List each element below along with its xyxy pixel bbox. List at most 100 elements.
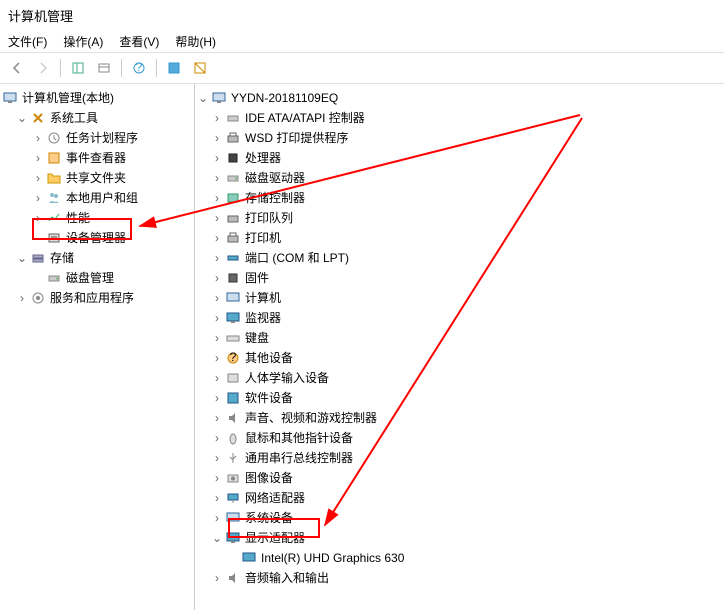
device-firmware[interactable]: ›固件 [195,268,724,288]
tree-event-viewer[interactable]: › 事件查看器 [0,148,194,168]
menu-action[interactable]: 操作(A) [63,33,103,50]
device-print-queue[interactable]: ›打印队列 [195,208,724,228]
device-display[interactable]: ⌄ 显示适配器 [195,528,724,548]
back-button[interactable] [6,57,28,79]
toolbar-btn-3[interactable] [163,57,185,79]
spacer [32,232,44,244]
tree-services[interactable]: › 服务和应用程序 [0,288,194,308]
tree-local-users[interactable]: › 本地用户和组 [0,188,194,208]
expand-icon[interactable]: › [211,452,223,464]
device-audio[interactable]: ›音频输入和输出 [195,568,724,588]
device-system[interactable]: ›系统设备 [195,508,724,528]
tree-root-computer-management[interactable]: 计算机管理(本地) [0,88,194,108]
expand-icon[interactable]: › [211,292,223,304]
device-ide[interactable]: ›IDE ATA/ATAPI 控制器 [195,108,724,128]
expand-icon[interactable]: › [211,132,223,144]
help-button[interactable]: ? [128,57,150,79]
expand-icon[interactable]: › [32,192,44,204]
node-label: 存储 [50,249,74,267]
expand-icon[interactable]: › [211,152,223,164]
display-icon [225,530,241,546]
left-panel: 计算机管理(本地) ⌄ 系统工具 › 任务计划程序 › 事件查看器 › 共享文件… [0,84,195,610]
tree-shared-folders[interactable]: › 共享文件夹 [0,168,194,188]
device-disk-drives[interactable]: › 磁盘驱动器 [195,168,724,188]
collapse-icon[interactable]: ⌄ [16,252,28,264]
node-label: 鼠标和其他指针设备 [245,429,353,447]
services-icon [30,290,46,306]
device-network[interactable]: › 网络适配器 [195,488,724,508]
toolbar-btn-1[interactable] [67,57,89,79]
expand-icon[interactable]: › [211,112,223,124]
expand-icon[interactable]: › [211,332,223,344]
node-label: Intel(R) UHD Graphics 630 [261,549,404,567]
expand-icon[interactable]: › [211,192,223,204]
node-label: 显示适配器 [245,529,305,547]
node-label: 处理器 [245,149,281,167]
tree-device-manager[interactable]: 设备管理器 [0,228,194,248]
collapse-icon[interactable]: ⌄ [211,532,223,544]
collapse-icon[interactable]: ⌄ [16,112,28,124]
expand-icon[interactable]: › [16,292,28,304]
collapse-icon[interactable]: ⌄ [197,92,209,104]
device-mouse[interactable]: › 鼠标和其他指针设备 [195,428,724,448]
menu-file[interactable]: 文件(F) [8,33,47,50]
expand-icon[interactable]: › [211,232,223,244]
expand-icon[interactable]: › [211,312,223,324]
imaging-icon [225,470,241,486]
tree-performance[interactable]: › 性能 [0,208,194,228]
device-wsd[interactable]: ›WSD 打印提供程序 [195,128,724,148]
expand-icon[interactable]: › [211,432,223,444]
device-other[interactable]: ›?其他设备 [195,348,724,368]
toolbar-btn-2[interactable] [93,57,115,79]
node-label: 人体学输入设备 [245,369,329,387]
device-computer[interactable]: ›计算机 [195,288,724,308]
device-usb[interactable]: ›通用串行总线控制器 [195,448,724,468]
node-label: 事件查看器 [66,149,126,167]
expand-icon[interactable]: › [32,172,44,184]
title-bar: 计算机管理 [0,0,724,31]
device-printers[interactable]: ›打印机 [195,228,724,248]
device-storage-ctrl[interactable]: › 存储控制器 [195,188,724,208]
expand-icon[interactable]: › [211,372,223,384]
expand-icon[interactable]: › [211,172,223,184]
tree-system-tools[interactable]: ⌄ 系统工具 [0,108,194,128]
expand-icon[interactable]: › [211,472,223,484]
device-display-item[interactable]: Intel(R) UHD Graphics 630 [195,548,724,568]
expand-icon[interactable]: › [211,512,223,524]
device-hid[interactable]: › 人体学输入设备 [195,368,724,388]
device-software[interactable]: ›软件设备 [195,388,724,408]
port-icon [225,250,241,266]
device-imaging[interactable]: ›图像设备 [195,468,724,488]
tree-task-scheduler[interactable]: › 任务计划程序 [0,128,194,148]
tree-storage[interactable]: ⌄ 存储 [0,248,194,268]
clock-icon [46,130,62,146]
expand-icon[interactable]: › [32,212,44,224]
expand-icon[interactable]: › [211,412,223,424]
cpu-icon [225,150,241,166]
toolbar-btn-4[interactable] [189,57,211,79]
forward-button[interactable] [32,57,54,79]
device-cpu[interactable]: › 处理器 [195,148,724,168]
device-ports[interactable]: ›端口 (COM 和 LPT) [195,248,724,268]
node-label: 磁盘驱动器 [245,169,305,187]
expand-icon[interactable]: › [211,352,223,364]
device-monitors[interactable]: ›监视器 [195,308,724,328]
node-label: 网络适配器 [245,489,305,507]
device-keyboards[interactable]: ›键盘 [195,328,724,348]
node-label: 性能 [66,209,90,227]
expand-icon[interactable]: › [211,272,223,284]
menu-view[interactable]: 查看(V) [119,33,159,50]
tree-disk-management[interactable]: 磁盘管理 [0,268,194,288]
expand-icon[interactable]: › [32,152,44,164]
device-root[interactable]: ⌄ YYDN-20181109EQ [195,88,724,108]
node-label: 计算机管理(本地) [22,89,114,107]
expand-icon[interactable]: › [211,252,223,264]
expand-icon[interactable]: › [211,212,223,224]
device-sound[interactable]: ›声音、视频和游戏控制器 [195,408,724,428]
menu-help[interactable]: 帮助(H) [175,33,216,50]
expand-icon[interactable]: › [211,392,223,404]
expand-icon[interactable]: › [211,492,223,504]
expand-icon[interactable]: › [32,132,44,144]
node-label: 存储控制器 [245,189,305,207]
expand-icon[interactable]: › [211,572,223,584]
